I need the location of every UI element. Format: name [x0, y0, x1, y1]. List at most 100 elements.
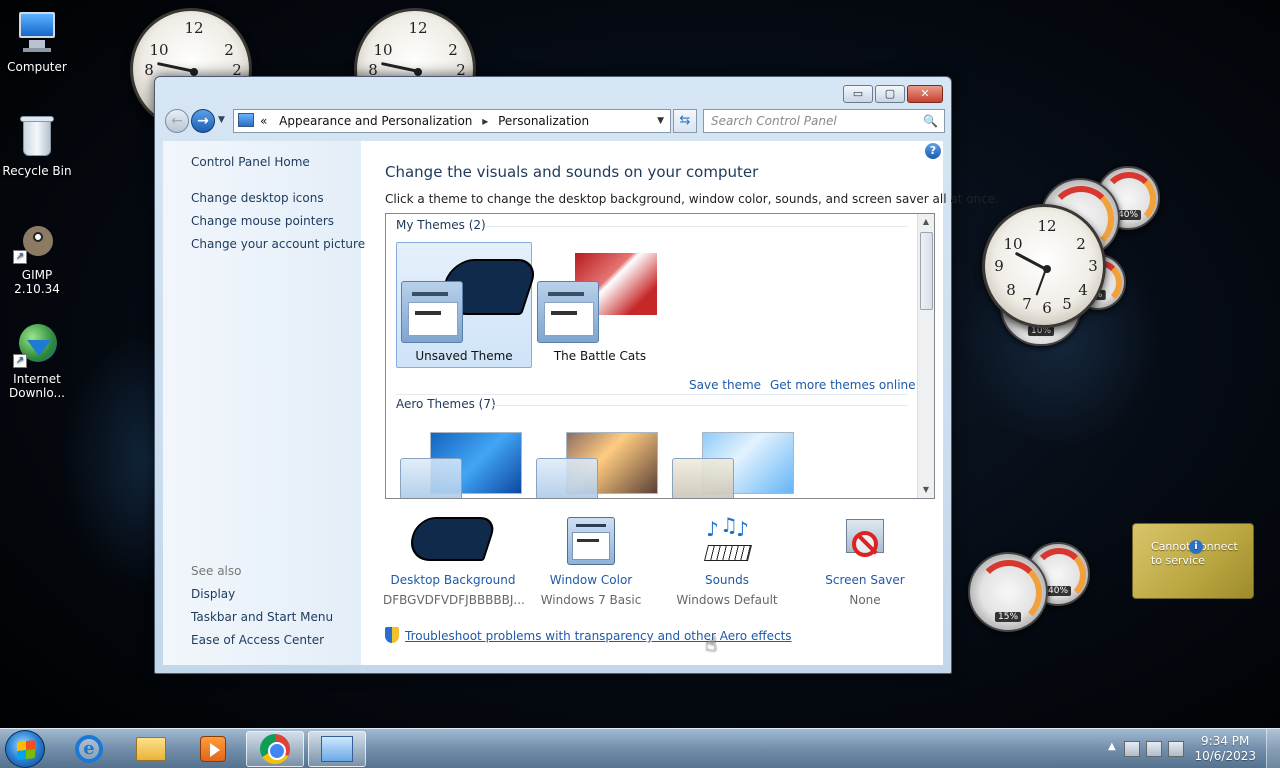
theme-battle-cats[interactable]: The Battle Cats: [532, 242, 668, 368]
sounds-setting[interactable]: ♪ ♫ ♪ Sounds Windows Default: [657, 513, 797, 607]
help-icon[interactable]: ?: [925, 143, 941, 159]
breadcrumb-separator-icon[interactable]: ▸: [482, 114, 488, 128]
group-divider: [486, 226, 908, 227]
desktop-icon-gimp[interactable]: ↗ GIMP 2.10.34: [0, 216, 74, 296]
setting-value: None: [849, 593, 881, 607]
taskbar-control-panel[interactable]: [308, 731, 366, 767]
troubleshoot-link[interactable]: Troubleshoot problems with transparency …: [405, 629, 792, 643]
sidebar-link-display[interactable]: Display: [191, 587, 235, 601]
search-icon[interactable]: 🔍: [923, 110, 938, 132]
get-more-themes-link[interactable]: Get more themes online: [770, 378, 916, 392]
maximize-button[interactable]: ▢: [875, 85, 905, 103]
sidebar-link-account-picture[interactable]: Change your account picture: [191, 237, 365, 251]
clock-center: [414, 68, 422, 76]
network-icon[interactable]: [1146, 741, 1162, 757]
screen-saver-setting[interactable]: Screen Saver None: [795, 515, 935, 607]
clock-numeral: 12: [184, 19, 204, 37]
theme-window-preview: [536, 458, 598, 498]
volume-muted-icon[interactable]: [1168, 741, 1184, 757]
taskbar: e ▲ 9:34 PM 10/6/2023: [0, 728, 1280, 768]
desktop-icon-label: GIMP 2.10.34: [14, 268, 60, 296]
show-hidden-icons-button[interactable]: ▲: [1108, 741, 1116, 752]
taskbar-media-player[interactable]: [184, 731, 242, 767]
theme-list[interactable]: My Themes (2) Unsaved Theme The Battle C…: [385, 213, 935, 499]
desktop-background-setting[interactable]: Desktop Background DFBGVDFVDFJBBBBBJ...: [383, 515, 525, 607]
meter-gadget[interactable]: 15%: [968, 552, 1048, 632]
setting-title: Screen Saver: [825, 573, 905, 587]
theme-window-preview: [672, 458, 734, 498]
forward-button[interactable]: →: [191, 109, 215, 133]
setting-title: Window Color: [549, 573, 633, 587]
group-divider: [492, 405, 908, 406]
breadcrumb-overflow[interactable]: «: [260, 114, 267, 128]
recycle-bin-icon: [13, 112, 61, 160]
page-title: Change the visuals and sounds on your co…: [385, 163, 759, 181]
taskbar-clock[interactable]: 9:34 PM 10/6/2023: [1194, 734, 1256, 764]
setting-title: Desktop Background: [390, 573, 516, 587]
media-player-icon: [200, 736, 226, 762]
desktop-icon-label: Computer: [7, 60, 67, 74]
address-bar[interactable]: « Appearance and Personalization ▸ Perso…: [233, 109, 671, 133]
minimize-button[interactable]: ▭: [843, 85, 873, 103]
weather-gadget[interactable]: i Cannot connect to service: [1132, 523, 1254, 599]
back-button[interactable]: ←: [165, 109, 189, 133]
scroll-down-button[interactable]: ▼: [918, 482, 934, 498]
navigation-bar: ← → ▼ « Appearance and Personalization ▸…: [163, 107, 945, 135]
theme-unsaved[interactable]: Unsaved Theme: [396, 242, 541, 368]
clock-numeral: 10: [1003, 235, 1023, 253]
action-center-icon[interactable]: [1124, 741, 1140, 757]
recent-pages-dropdown[interactable]: ▼: [218, 115, 225, 125]
theme-list-scrollbar[interactable]: ▲ ▼: [917, 214, 934, 498]
page-description: Click a theme to change the desktop back…: [385, 192, 999, 206]
breadcrumb-appearance[interactable]: Appearance and Personalization: [279, 114, 472, 128]
clock-numeral: 3: [1088, 257, 1098, 275]
refresh-button[interactable]: ⇆: [673, 109, 697, 133]
system-tray: ▲ 9:34 PM 10/6/2023: [1090, 729, 1280, 768]
clock-numeral: 12: [408, 19, 428, 37]
address-dropdown-icon[interactable]: ▼: [657, 110, 664, 132]
clock-gadget[interactable]: 12 2 10 9 3 8 4 7 6 5: [982, 204, 1106, 328]
theme-window-preview: [401, 281, 463, 343]
taskbar-internet-explorer[interactable]: e: [60, 731, 118, 767]
desktop-icon-idm[interactable]: ↗ Internet Downlo...: [0, 320, 74, 400]
setting-value: DFBGVDFVDFJBBBBBJ...: [383, 593, 525, 607]
sidebar-link-taskbar[interactable]: Taskbar and Start Menu: [191, 610, 333, 624]
clock-hour-hand: [1014, 251, 1047, 271]
clock-numeral: 7: [1022, 295, 1032, 313]
scroll-thumb[interactable]: [920, 232, 933, 310]
taskbar-chrome[interactable]: [246, 731, 304, 767]
search-placeholder: Search Control Panel: [711, 114, 837, 128]
theme-name: The Battle Cats: [553, 349, 647, 363]
taskbar-windows-explorer[interactable]: [122, 731, 180, 767]
search-input[interactable]: Search Control Panel 🔍: [703, 109, 945, 133]
setting-title: Sounds: [704, 573, 750, 587]
window-color-setting[interactable]: Window Color Windows 7 Basic: [521, 515, 661, 607]
internet-explorer-icon: e: [75, 735, 103, 763]
clock-hour-hand: [380, 62, 417, 73]
clock-hour-hand: [156, 62, 193, 73]
close-button[interactable]: ✕: [907, 85, 943, 103]
main-panel: ? Change the visuals and sounds on your …: [361, 141, 999, 665]
theme-window-preview: [537, 281, 599, 343]
desktop-icon-computer[interactable]: Computer: [0, 8, 74, 74]
clock-center: [1043, 265, 1051, 273]
control-panel-icon: [321, 736, 353, 762]
sounds-icon: ♪ ♫ ♪: [702, 513, 752, 565]
sidebar-link-desktop-icons[interactable]: Change desktop icons: [191, 191, 324, 205]
sidebar-link-control-panel-home[interactable]: Control Panel Home: [191, 155, 310, 169]
show-desktop-button[interactable]: [1266, 729, 1280, 768]
desktop-icon-recycle-bin[interactable]: Recycle Bin: [0, 112, 74, 178]
background-swoosh: [403, 517, 499, 561]
see-also-heading: See also: [191, 564, 242, 578]
content-area: Control Panel Home Change desktop icons …: [163, 141, 999, 665]
theme-settings-row: Desktop Background DFBGVDFVDFJBBBBBJ... …: [383, 513, 935, 615]
breadcrumb-personalization[interactable]: Personalization: [498, 114, 589, 128]
clock-numeral: 10: [373, 41, 393, 59]
start-button[interactable]: [5, 730, 45, 768]
meter-value: 15%: [994, 612, 1022, 622]
sidebar-link-ease-of-access[interactable]: Ease of Access Center: [191, 633, 324, 647]
shortcut-arrow-icon: ↗: [13, 250, 27, 264]
sidebar-link-mouse-pointers[interactable]: Change mouse pointers: [191, 214, 334, 228]
save-theme-link[interactable]: Save theme: [689, 378, 761, 392]
scroll-up-button[interactable]: ▲: [918, 214, 934, 230]
